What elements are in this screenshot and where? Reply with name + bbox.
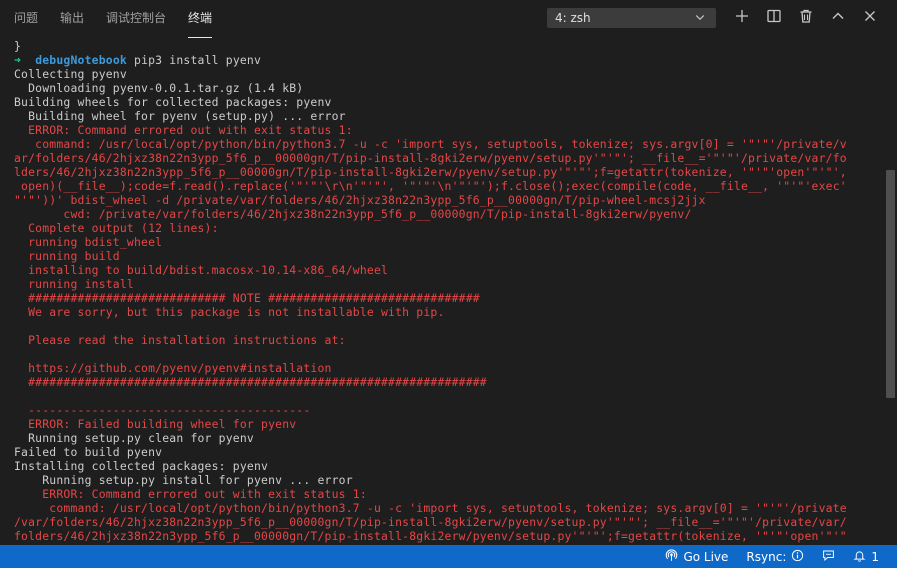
terminal-line: lders/46/2hjxz38n22n3ypp_5f6_p__00000gn/… [14,165,847,179]
terminal-line: /var/folders/46/2hjxz38n22n3ypp_5f6_p__0… [14,515,847,529]
split-icon [766,8,782,28]
terminal-line: command: /usr/local/opt/python/bin/pytho… [14,137,847,151]
chevron-down-icon [694,11,706,26]
feedback-button[interactable] [822,549,835,565]
terminal-line: ---------------------------------------- [14,403,311,417]
terminal-select[interactable]: 4: zsh [547,8,716,28]
panel-actions [731,7,881,29]
terminal-line: ########################################… [14,375,487,389]
terminal-line: Downloading pyenv-0.0.1.tar.gz (1.4 kB) [14,81,304,95]
terminal-line: ERROR: Command errored out with exit sta… [14,123,353,137]
terminal-line: ➜ debugNotebook pip3 install pyenv [14,53,847,67]
terminal-line: ############################ NOTE ######… [14,291,480,305]
terminal-line: running install [14,277,134,291]
terminal-line: Running setup.py clean for pyenv [14,431,254,445]
terminal-line: Collecting pyenv [14,67,127,81]
terminal-line: Failed to build pyenv [14,445,163,459]
prompt-directory: debugNotebook [35,53,127,67]
terminal-select-value: 4: zsh [555,11,591,25]
terminal-line: ERROR: Failed building wheel for pyenv [14,417,297,431]
tab-debug-console[interactable]: 调试控制台 [106,0,166,38]
new-terminal-button[interactable] [731,7,753,29]
terminal-line: folders/46/2hjxz38n22n3ypp_5f6_p__00000g… [14,529,847,543]
terminal-line: installing to build/bdist.macosx-10.14-x… [14,263,389,277]
terminal-line: running build [14,249,120,263]
rsync-status[interactable]: Rsync: [746,549,804,565]
terminal-line: cwd: /private/var/folders/46/2hjxz38n22n… [14,207,692,221]
terminal-line: We are sorry, but this package is not in… [14,305,445,319]
terminal-line: open)(__file__);code=f.read().replace('"… [14,179,847,193]
prompt-command: pip3 install pyenv [126,53,262,67]
terminal-line: https://github.com/pyenv/pyenv#installat… [14,361,332,375]
go-live-button[interactable]: Go Live [665,548,729,565]
panel-header: 问题 输出 调试控制台 终端 4: zsh [0,0,897,38]
terminal-lines: } ➜ debugNotebook pip3 install pyenv Colle… [14,39,847,543]
terminal-line: running bdist_wheel [14,235,163,249]
panel-tabs: 问题 输出 调试控制台 终端 [14,0,213,38]
maximize-panel-button[interactable] [827,7,849,29]
kill-terminal-button[interactable] [795,7,817,29]
tab-output[interactable]: 输出 [60,0,84,38]
info-icon [791,549,804,565]
terminal-line: Complete output (12 lines): [14,221,219,235]
terminal-line: ar/folders/46/2hjxz38n22n3ypp_5f6_p__000… [14,151,847,165]
terminal-line: ERROR: Command errored out with exit sta… [14,487,367,501]
status-bar: Go Live Rsync: 1 [0,545,897,568]
close-icon [862,8,878,28]
terminal-line: Running setup.py install for pyenv ... e… [14,473,353,487]
terminal-line: Please read the installation instruction… [14,333,346,347]
go-live-label: Go Live [683,549,729,564]
bell-icon [853,549,866,565]
terminal-line: Building wheel for pyenv (setup.py) ... … [14,109,346,123]
plus-icon [734,8,750,28]
broadcast-icon [665,548,678,565]
feedback-icon [822,549,835,565]
notification-count: 1 [871,549,879,564]
terminal-output[interactable]: } ➜ debugNotebook pip3 install pyenv Colle… [0,38,882,545]
notifications-button[interactable]: 1 [853,549,879,565]
chevron-up-icon [830,8,846,28]
close-panel-button[interactable] [859,7,881,29]
terminal-line: Installing collected packages: pyenv [14,459,269,473]
terminal-line: Building wheels for collected packages: … [14,95,332,109]
terminal-line: command: /usr/local/opt/python/bin/pytho… [14,501,847,515]
split-terminal-button[interactable] [763,7,785,29]
tab-problems[interactable]: 问题 [14,0,38,38]
terminal-line: "'"'))' bdist_wheel -d /private/var/fold… [14,193,706,207]
rsync-label: Rsync: [746,549,787,564]
terminal-scrollbar-thumb[interactable] [886,170,895,398]
tab-terminal[interactable]: 终端 [188,0,213,38]
terminal-line: } [14,39,22,53]
prompt-arrow: ➜ [14,53,22,67]
trash-icon [798,8,814,28]
